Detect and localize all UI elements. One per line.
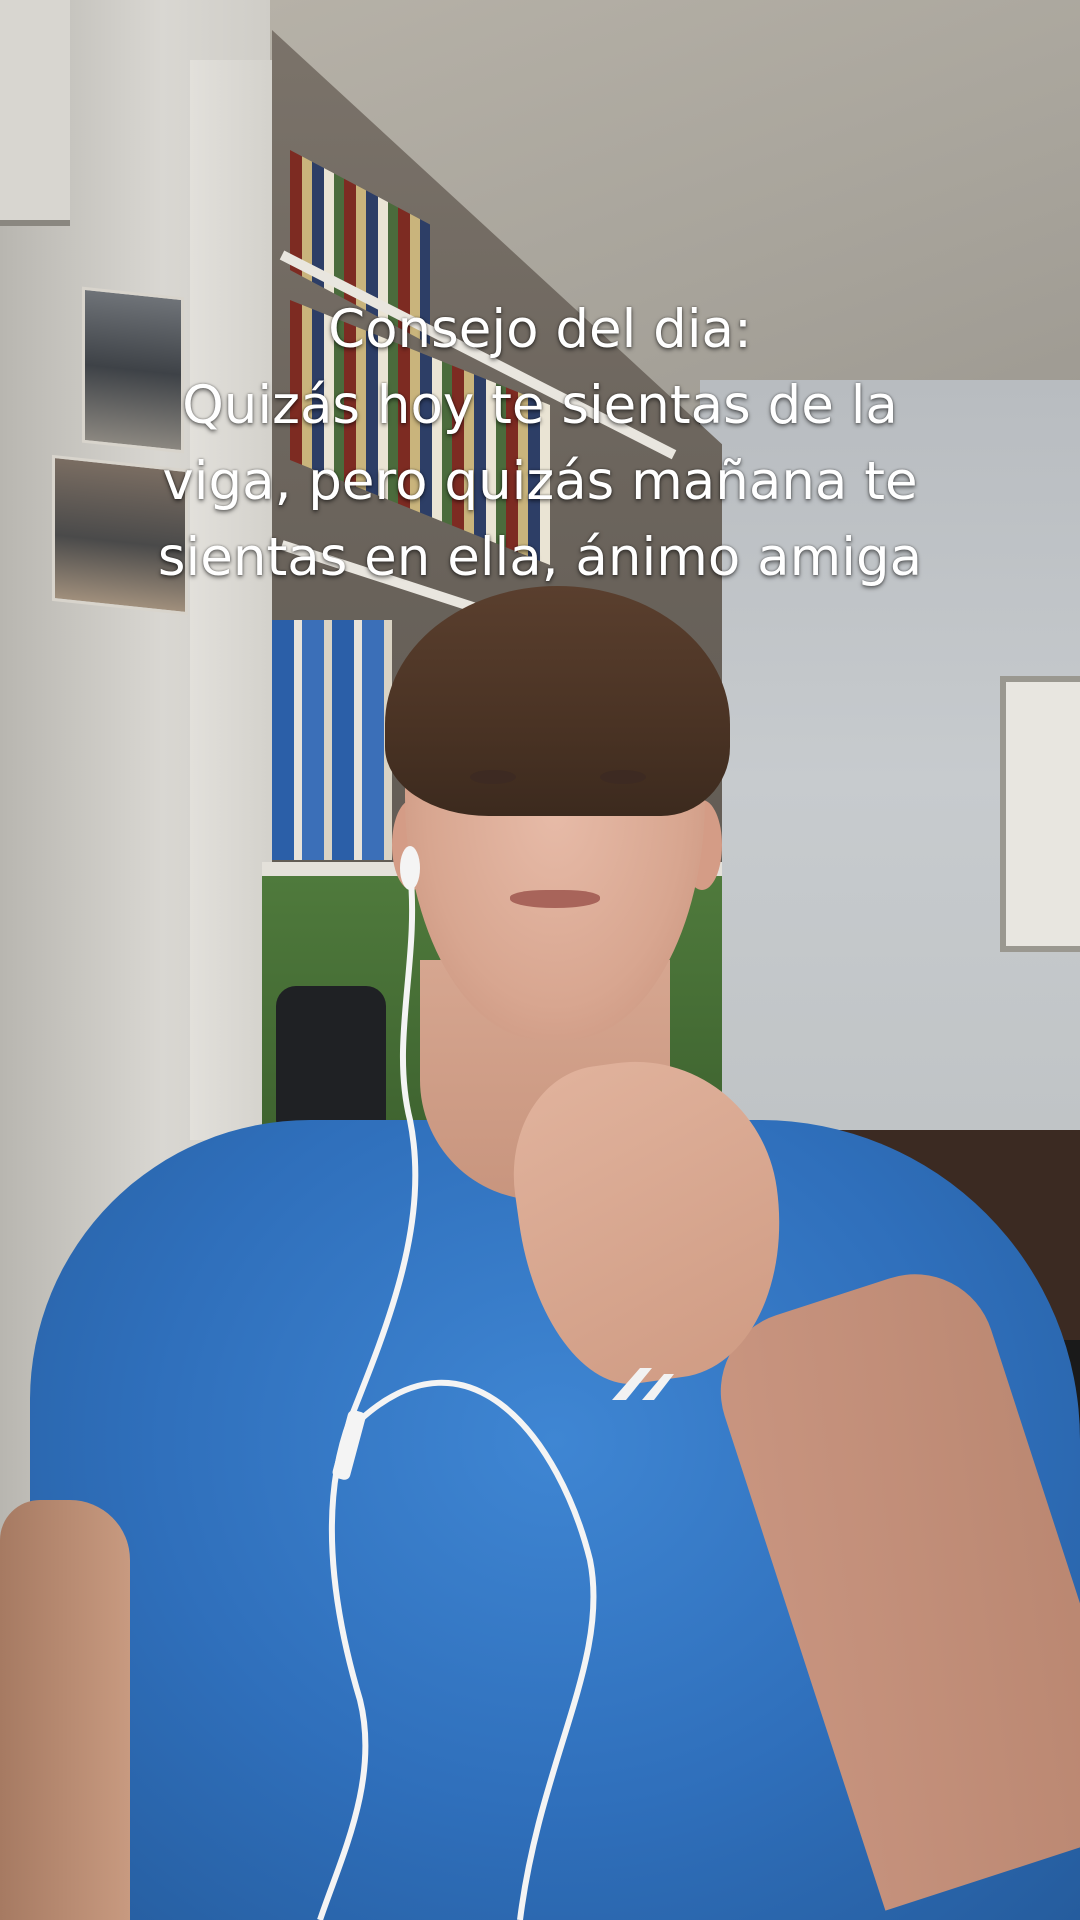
video-caption: Consejo del dia: Quizás hoy te sientas d… — [40, 292, 1040, 596]
caption-line-4: sientas en ella, ánimo amiga — [157, 527, 923, 588]
earphone-cable-icon — [317, 846, 597, 1920]
caption-line-2: Quizás hoy te sientas de la — [182, 375, 898, 436]
caption-line-1: Consejo del dia: — [328, 299, 752, 360]
caption-line-3: viga, pero quizás mañana te — [162, 451, 918, 512]
video-frame: Consejo del dia: Quizás hoy te sientas d… — [0, 0, 1080, 1920]
